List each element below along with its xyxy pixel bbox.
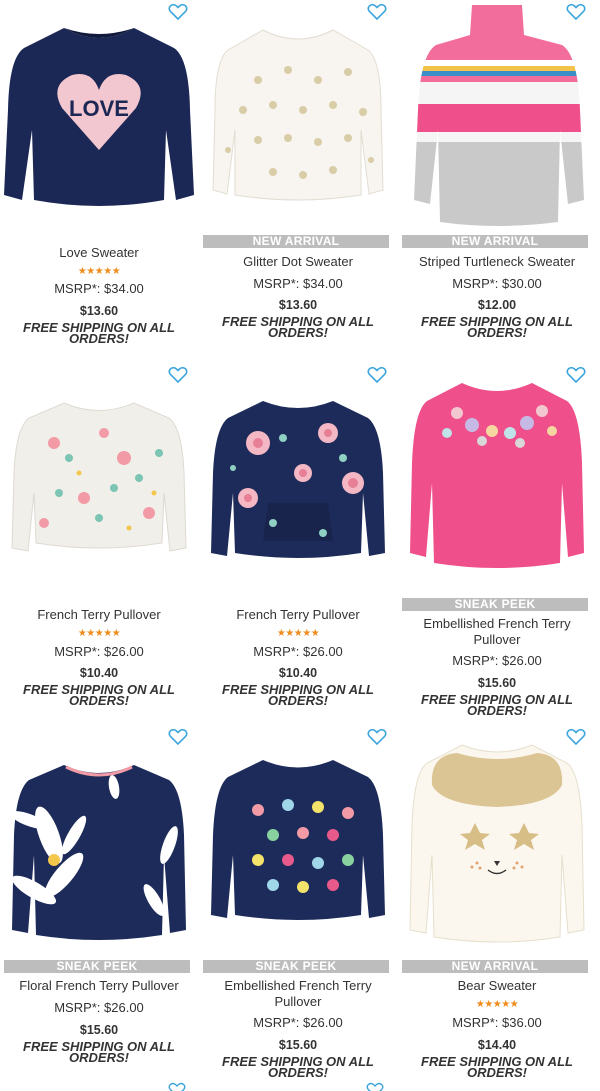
product-name[interactable]: Love Sweater xyxy=(4,245,194,261)
shipping-note: FREE SHIPPING ON ALL ORDERS! xyxy=(222,682,374,708)
sneak-peek-badge: SNEAK PEEK xyxy=(402,598,588,611)
heart-icon[interactable] xyxy=(168,366,188,384)
heart-icon[interactable] xyxy=(367,366,387,384)
heart-icon[interactable] xyxy=(566,3,586,21)
sale-price: $13.60 xyxy=(79,304,119,318)
product-image[interactable] xyxy=(203,0,393,228)
product-card[interactable]: SNEAK PEEK Embellished French Terry Pull… xyxy=(203,725,393,1087)
heart-icon[interactable] xyxy=(168,3,188,21)
msrp-price: MSRP*: $26.00 xyxy=(54,644,144,659)
product-image[interactable] xyxy=(203,363,393,591)
product-card[interactable]: French Terry Pullover ★★★★★ MSRP*: $26.0… xyxy=(4,363,194,725)
msrp-price: MSRP*: $26.00 xyxy=(54,1000,144,1015)
sale-price: $15.60 xyxy=(79,1023,119,1037)
product-name[interactable]: Floral French Terry Pullover xyxy=(4,978,194,994)
msrp-price: MSRP*: $26.00 xyxy=(452,653,542,668)
product-image[interactable] xyxy=(4,725,194,953)
product-card[interactable]: French Terry Pullover ★★★★★ MSRP*: $26.0… xyxy=(203,363,393,725)
new-arrival-badge: NEW ARRIVAL xyxy=(402,235,588,248)
product-card[interactable]: NEW ARRIVAL Glitter Dot Sweater MSRP*: $… xyxy=(203,0,393,362)
sale-price: $13.60 xyxy=(278,298,318,312)
product-name[interactable]: Bear Sweater xyxy=(402,978,592,994)
product-image[interactable] xyxy=(402,0,592,228)
shipping-note: FREE SHIPPING ON ALL ORDERS! xyxy=(421,692,573,718)
heart-icon[interactable] xyxy=(566,366,586,384)
product-name[interactable]: Striped Turtleneck Sweater xyxy=(402,254,592,270)
heart-icon[interactable] xyxy=(168,728,188,746)
product-image[interactable] xyxy=(4,363,194,591)
product-card[interactable]: SNEAK PEEK Embellished French Terry Pull… xyxy=(402,363,592,725)
msrp-price: MSRP*: $30.00 xyxy=(452,276,542,291)
new-arrival-badge: NEW ARRIVAL xyxy=(402,960,588,973)
msrp-price: MSRP*: $26.00 xyxy=(253,644,343,659)
product-card[interactable]: SNEAK PEEK Floral French Terry Pullover … xyxy=(4,725,194,1087)
product-image[interactable] xyxy=(203,725,393,953)
product-name[interactable]: French Terry Pullover xyxy=(4,607,194,623)
msrp-price: MSRP*: $34.00 xyxy=(253,276,343,291)
heart-icon[interactable] xyxy=(168,1082,186,1091)
sale-price: $10.40 xyxy=(278,666,318,680)
product-card[interactable]: LOVE Love Sweater ★★★★★ MSRP*: $34.00 $1… xyxy=(4,0,194,362)
sneak-peek-badge: SNEAK PEEK xyxy=(4,960,190,973)
rating-stars[interactable]: ★★★★★ xyxy=(4,266,194,277)
product-card[interactable]: NEW ARRIVAL Striped Turtleneck Sweater M… xyxy=(402,0,592,362)
heart-icon[interactable] xyxy=(367,3,387,21)
shipping-note: FREE SHIPPING ON ALL ORDERS! xyxy=(23,1039,175,1065)
msrp-price: MSRP*: $34.00 xyxy=(54,281,144,296)
product-card[interactable]: NEW ARRIVAL Bear Sweater ★★★★★ MSRP*: $3… xyxy=(402,725,592,1087)
rating-stars[interactable]: ★★★★★ xyxy=(402,999,592,1010)
product-image[interactable] xyxy=(402,725,592,953)
product-name[interactable]: Embellished French Terry Pullover xyxy=(402,616,592,648)
sale-price: $12.00 xyxy=(477,298,517,312)
shipping-note: FREE SHIPPING ON ALL ORDERS! xyxy=(23,682,175,708)
product-name[interactable]: Glitter Dot Sweater xyxy=(203,254,393,270)
shipping-note: FREE SHIPPING ON ALL ORDERS! xyxy=(222,1054,374,1080)
rating-stars[interactable]: ★★★★★ xyxy=(203,628,393,639)
shipping-note: FREE SHIPPING ON ALL ORDERS! xyxy=(23,320,175,346)
sale-price: $15.60 xyxy=(278,1038,318,1052)
msrp-price: MSRP*: $36.00 xyxy=(452,1015,542,1030)
svg-text:LOVE: LOVE xyxy=(69,96,129,121)
heart-icon[interactable] xyxy=(366,1082,384,1091)
shipping-note: FREE SHIPPING ON ALL ORDERS! xyxy=(421,314,573,340)
msrp-price: MSRP*: $26.00 xyxy=(253,1015,343,1030)
rating-stars[interactable]: ★★★★★ xyxy=(4,628,194,639)
product-image[interactable]: LOVE xyxy=(4,0,194,228)
product-image[interactable] xyxy=(402,363,592,591)
sneak-peek-badge: SNEAK PEEK xyxy=(203,960,389,973)
product-name[interactable]: French Terry Pullover xyxy=(203,607,393,623)
new-arrival-badge: NEW ARRIVAL xyxy=(203,235,389,248)
heart-icon[interactable] xyxy=(566,728,586,746)
sale-price: $10.40 xyxy=(79,666,119,680)
sale-price: $14.40 xyxy=(477,1038,517,1052)
sale-price: $15.60 xyxy=(477,676,517,690)
shipping-note: FREE SHIPPING ON ALL ORDERS! xyxy=(421,1054,573,1080)
heart-icon[interactable] xyxy=(367,728,387,746)
shipping-note: FREE SHIPPING ON ALL ORDERS! xyxy=(222,314,374,340)
product-name[interactable]: Embellished French Terry Pullover xyxy=(203,978,393,1010)
